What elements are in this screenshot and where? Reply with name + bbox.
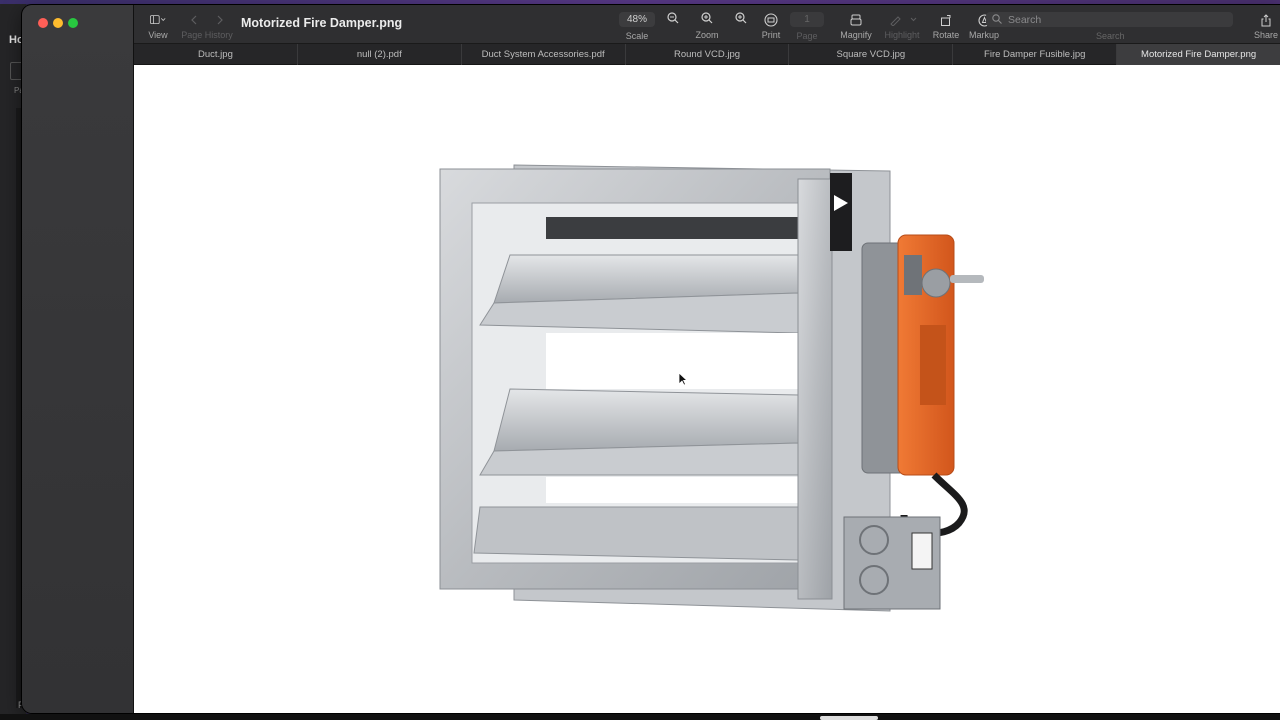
toolbar: View Page History Motorized Fire Damper.…: [134, 5, 1280, 43]
tab-round-vcd-jpg[interactable]: Round VCD.jpg: [626, 44, 790, 65]
document-tab-bar: Duct.jpg null (2).pdf Duct System Access…: [134, 43, 1280, 65]
minimize-window-button[interactable]: [53, 18, 63, 28]
search-field[interactable]: [986, 12, 1233, 27]
maximize-window-button[interactable]: [68, 18, 78, 28]
close-window-button[interactable]: [38, 18, 48, 28]
share-icon: [1258, 13, 1274, 27]
search-input[interactable]: [1008, 13, 1208, 26]
page-control[interactable]: 1 Page: [789, 5, 825, 43]
tab-square-vcd-jpg[interactable]: Square VCD.jpg: [789, 44, 954, 65]
highlight-label: Highlight: [884, 30, 920, 40]
sidebar-toggle-icon: [150, 13, 166, 27]
mouse-cursor-icon: [678, 372, 688, 386]
page-history-button[interactable]: Page History: [181, 5, 233, 43]
tab-duct-system-accessories-pdf[interactable]: Duct System Accessories.pdf: [462, 44, 626, 65]
page-number-field[interactable]: 1: [790, 12, 824, 27]
magnify-button[interactable]: Magnify: [836, 5, 876, 43]
zoom-control: Zoom: [667, 5, 747, 43]
search-icon: [992, 11, 1002, 29]
tab-duct-jpg[interactable]: Duct.jpg: [134, 44, 298, 65]
tab-fire-damper-fusible-jpg[interactable]: Fire Damper Fusible.jpg: [953, 44, 1118, 65]
dock-indicator: [820, 716, 878, 720]
view-label: View: [148, 30, 168, 40]
print-button[interactable]: Print: [752, 5, 790, 43]
desktop-top-strip: [0, 0, 1280, 4]
dock-strip: [0, 714, 1280, 720]
tab-null-2-pdf[interactable]: null (2).pdf: [298, 44, 462, 65]
markup-label: Markup: [968, 30, 999, 40]
document-title: Motorized Fire Damper.png: [241, 16, 403, 30]
page-label: Page: [796, 31, 818, 41]
share-button[interactable]: Share: [1251, 5, 1280, 43]
view-button[interactable]: View: [146, 5, 170, 43]
rotate-button[interactable]: Rotate: [928, 5, 964, 43]
preview-window: View Page History Motorized Fire Damper.…: [22, 5, 1280, 713]
zoom-to-fit-icon[interactable]: [735, 11, 747, 29]
print-label: Print: [761, 30, 781, 40]
zoom-label: Zoom: [695, 30, 719, 40]
back-forward-icon: [187, 13, 227, 27]
tab-motorized-fire-damper-png[interactable]: Motorized Fire Damper.png: [1117, 44, 1280, 65]
page-history-label: Page History: [181, 30, 233, 40]
magnifier-icon: [848, 13, 864, 27]
image-canvas[interactable]: [134, 65, 1280, 713]
scale-value[interactable]: 48%: [619, 12, 655, 27]
sidebar: [22, 5, 134, 713]
scale-label: Scale: [625, 31, 649, 41]
printer-icon: [763, 13, 779, 27]
magnify-label: Magnify: [840, 30, 872, 40]
rotate-label: Rotate: [932, 30, 960, 40]
rotate-icon: [938, 13, 954, 27]
scale-control[interactable]: 48% Scale: [618, 5, 656, 43]
zoom-in-icon[interactable]: [701, 11, 713, 29]
highlighter-icon: [885, 13, 919, 27]
share-label: Share: [1253, 30, 1279, 40]
highlight-button[interactable]: Highlight: [880, 5, 924, 43]
motorized-fire-damper-image: [439, 164, 984, 612]
search-label: Search: [1096, 31, 1125, 41]
zoom-out-icon[interactable]: [667, 11, 679, 29]
